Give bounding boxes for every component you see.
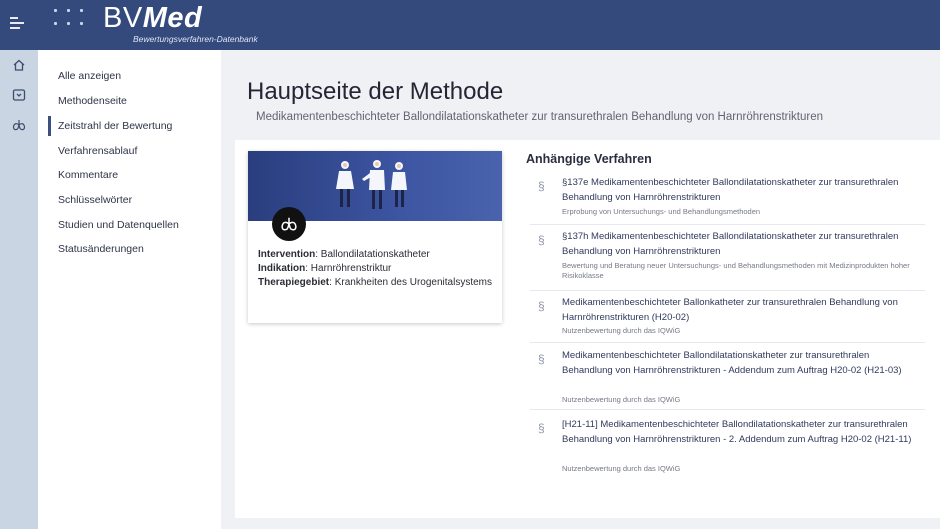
icon-rail <box>0 50 38 529</box>
logo-dots-icon <box>54 7 94 29</box>
sidebar-item-kommentare[interactable]: Kommentare <box>58 169 118 181</box>
indication-label: Indikation <box>258 263 306 274</box>
sidebar-nav: Alle anzeigen Methodenseite Zeitstrahl d… <box>38 50 221 529</box>
intervention-row: Intervention: Ballondilatationskatheter <box>258 249 430 260</box>
sidebar-item-zeitstrahl[interactable]: Zeitstrahl der Bewertung <box>58 120 172 132</box>
therapy-value: Krankheiten des Urogenitalsystems <box>334 277 493 288</box>
therapy-label: Therapiegebiet <box>258 277 330 288</box>
sidebar-item-schluesselwoerter[interactable]: Schlüsselwörter <box>58 194 132 206</box>
pending-entry[interactable]: § Medikamentenbeschichteter Ballondilata… <box>530 348 925 410</box>
pending-procedures-title: Anhängige Verfahren <box>526 152 652 166</box>
entry-description: Bewertung und Beratung neuer Untersuchun… <box>562 261 910 280</box>
intervention-label: Intervention <box>258 249 316 260</box>
entry-description: Nutzenbewertung durch das IQWiG <box>562 326 681 335</box>
indication-value: Harnröhrenstriktur <box>310 263 392 274</box>
sidebar-item-statusaenderungen[interactable]: Statusänderungen <box>58 243 144 255</box>
pending-entry[interactable]: § §137h Medikamentenbeschichteter Ballon… <box>530 229 925 291</box>
page-subtitle: Medikamentenbeschichteter Ballondilatati… <box>256 111 824 123</box>
sidebar-item-studien[interactable]: Studien und Datenquellen <box>58 219 179 231</box>
paragraph-icon: § <box>538 179 545 193</box>
page-title: Hauptseite der Methode <box>247 78 504 105</box>
sidebar-item-verfahrensablauf[interactable]: Verfahrensablauf <box>58 145 137 157</box>
method-card: Intervention: Ballondilatationskatheter … <box>248 151 502 323</box>
paragraph-icon: § <box>538 352 545 366</box>
brand-logo[interactable]: BVMed <box>103 2 202 35</box>
entry-title[interactable]: §137e Medikamentenbeschichteter Ballondi… <box>562 175 917 205</box>
entry-title[interactable]: Medikamentenbeschichteter Ballonkatheter… <box>562 295 917 325</box>
entry-title[interactable]: [H21-11] Medikamentenbeschichteter Ballo… <box>562 417 917 447</box>
active-indicator <box>48 116 51 136</box>
intervention-value: Ballondilatationskatheter <box>320 249 430 260</box>
entry-description: Erprobung von Untersuchungs- und Behandl… <box>562 207 761 216</box>
lungs-icon[interactable] <box>10 118 28 134</box>
method-info: Intervention: Ballondilatationskatheter … <box>258 248 494 290</box>
brand-name-part1: BV <box>103 2 143 34</box>
paragraph-icon: § <box>538 421 545 435</box>
entry-title[interactable]: §137h Medikamentenbeschichteter Ballondi… <box>562 229 917 259</box>
top-bar: BVMed Bewertungsverfahren-Datenbank <box>0 0 940 50</box>
paragraph-icon: § <box>538 233 545 247</box>
therapy-row: Therapiegebiet: Krankheiten des Urogenit… <box>258 277 493 288</box>
indication-row: Indikation: Harnröhrenstriktur <box>258 263 392 274</box>
lungs-badge-icon <box>272 207 306 241</box>
menu-toggle-icon[interactable] <box>10 17 24 31</box>
entry-description: Nutzenbewertung durch das IQWiG <box>562 464 681 473</box>
pending-entry[interactable]: § Medikamentenbeschichteter Ballonkathet… <box>530 295 925 343</box>
pending-entry[interactable]: § [H21-11] Medikamentenbeschichteter Bal… <box>530 417 925 479</box>
inbox-icon[interactable] <box>10 88 28 104</box>
paragraph-icon: § <box>538 299 545 313</box>
home-icon[interactable] <box>10 58 28 74</box>
entry-description: Nutzenbewertung durch das IQWiG <box>562 395 681 404</box>
brand-subtitle: Bewertungsverfahren-Datenbank <box>133 34 258 44</box>
pending-entry[interactable]: § §137e Medikamentenbeschichteter Ballon… <box>530 175 925 225</box>
brand-name-part2: Med <box>142 2 203 34</box>
sidebar-item-methodenseite[interactable]: Methodenseite <box>58 95 127 107</box>
entry-title[interactable]: Medikamentenbeschichteter Ballondilatati… <box>562 348 917 378</box>
sidebar-item-alle-anzeigen[interactable]: Alle anzeigen <box>58 70 121 82</box>
